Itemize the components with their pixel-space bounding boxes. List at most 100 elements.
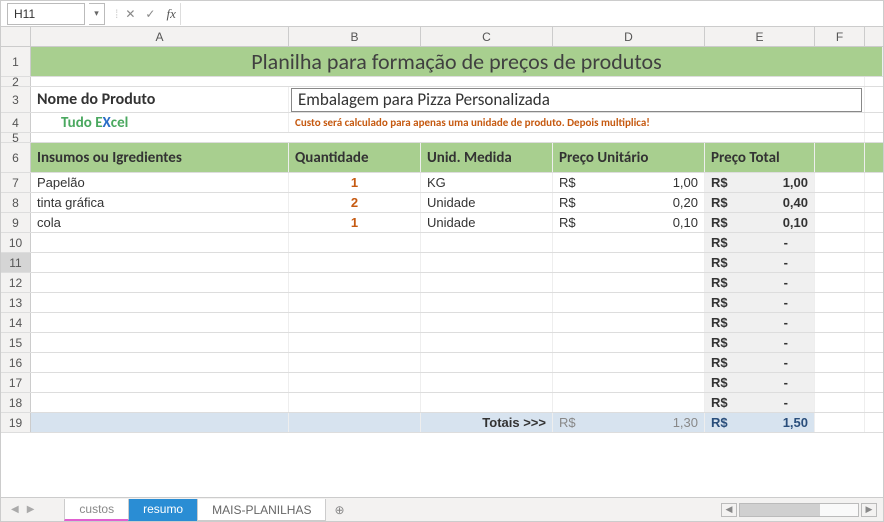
- row-header-8[interactable]: 8: [1, 193, 31, 212]
- name-box-dropdown[interactable]: ▾: [89, 3, 105, 25]
- formula-input[interactable]: [180, 3, 883, 25]
- row-header-18[interactable]: 18: [1, 393, 31, 412]
- cell-qty[interactable]: [289, 333, 421, 352]
- col-header-c[interactable]: C: [421, 27, 553, 46]
- cell-unit[interactable]: [421, 313, 553, 332]
- cell-price[interactable]: R$0,10: [553, 213, 705, 232]
- fx-icon[interactable]: fx: [166, 6, 175, 22]
- cell[interactable]: [31, 133, 865, 142]
- row-header-12[interactable]: 12: [1, 273, 31, 292]
- cell-total[interactable]: R$-: [705, 273, 815, 292]
- sheet-tab-mais[interactable]: MAIS-PLANILHAS: [197, 499, 326, 521]
- cell[interactable]: [31, 413, 289, 432]
- cell[interactable]: [815, 233, 865, 252]
- cell-insumo[interactable]: Papelão: [31, 173, 289, 192]
- cell-total[interactable]: R$-: [705, 253, 815, 272]
- cell[interactable]: [815, 313, 865, 332]
- col-header-e[interactable]: E: [705, 27, 815, 46]
- sheet-nav-prev[interactable]: ◀: [11, 504, 19, 515]
- sheet-tab-resumo[interactable]: resumo: [128, 499, 198, 521]
- cell-price[interactable]: [553, 373, 705, 392]
- cell-qty[interactable]: [289, 233, 421, 252]
- col-header-b[interactable]: B: [289, 27, 421, 46]
- cell[interactable]: [815, 353, 865, 372]
- cell-qty[interactable]: 1: [289, 213, 421, 232]
- cell-unit[interactable]: [421, 393, 553, 412]
- cell-total[interactable]: R$-: [705, 293, 815, 312]
- cell-qty[interactable]: [289, 253, 421, 272]
- header-preco-total[interactable]: Preço Total: [705, 143, 815, 172]
- cell-insumo[interactable]: cola: [31, 213, 289, 232]
- cell[interactable]: [815, 373, 865, 392]
- col-header-d[interactable]: D: [553, 27, 705, 46]
- sheet-title[interactable]: Planilha para formação de preços de prod…: [31, 47, 883, 76]
- cell[interactable]: [815, 273, 865, 292]
- cell-insumo[interactable]: [31, 333, 289, 352]
- cell-price[interactable]: [553, 353, 705, 372]
- cell-qty[interactable]: 1: [289, 173, 421, 192]
- cell-price[interactable]: [553, 273, 705, 292]
- cell-insumo[interactable]: [31, 233, 289, 252]
- row-header-13[interactable]: 13: [1, 293, 31, 312]
- cell-unit[interactable]: [421, 253, 553, 272]
- sheet-tab-custos[interactable]: custos: [64, 499, 129, 521]
- scroll-left-button[interactable]: ◀: [721, 503, 737, 517]
- cell-insumo[interactable]: [31, 353, 289, 372]
- cell[interactable]: [815, 143, 865, 172]
- cell-unit[interactable]: KG: [421, 173, 553, 192]
- totals-final-sum[interactable]: R$1,50: [705, 413, 815, 432]
- cell-insumo[interactable]: tinta gráfica: [31, 193, 289, 212]
- cell-unit[interactable]: Unidade: [421, 213, 553, 232]
- col-header-f[interactable]: F: [815, 27, 865, 46]
- row-header-19[interactable]: 19: [1, 413, 31, 432]
- row-header-2[interactable]: 2: [1, 77, 31, 86]
- cell-total[interactable]: R$-: [705, 353, 815, 372]
- cell-qty[interactable]: 2: [289, 193, 421, 212]
- cell-total[interactable]: R$1,00: [705, 173, 815, 192]
- header-insumos[interactable]: Insumos ou Igredientes: [31, 143, 289, 172]
- cell[interactable]: [815, 173, 865, 192]
- cell-unit[interactable]: [421, 233, 553, 252]
- cell-total[interactable]: R$-: [705, 373, 815, 392]
- cell[interactable]: [815, 333, 865, 352]
- cell-price[interactable]: [553, 233, 705, 252]
- product-name-input[interactable]: Embalagem para Pizza Personalizada: [291, 88, 862, 112]
- cell-qty[interactable]: [289, 313, 421, 332]
- select-all-corner[interactable]: [1, 27, 31, 46]
- row-header-9[interactable]: 9: [1, 213, 31, 232]
- row-header-4[interactable]: 4: [1, 113, 31, 132]
- cell[interactable]: [815, 393, 865, 412]
- row-header-16[interactable]: 16: [1, 353, 31, 372]
- scroll-right-button[interactable]: ▶: [861, 503, 877, 517]
- cell-total[interactable]: R$-: [705, 393, 815, 412]
- cell[interactable]: [815, 413, 865, 432]
- cell-qty[interactable]: [289, 373, 421, 392]
- row-header-10[interactable]: 10: [1, 233, 31, 252]
- cell[interactable]: [815, 213, 865, 232]
- cell[interactable]: [815, 193, 865, 212]
- cell[interactable]: [815, 253, 865, 272]
- header-preco-unit[interactable]: Preço Unitário: [553, 143, 705, 172]
- cell-insumo[interactable]: [31, 313, 289, 332]
- col-header-a[interactable]: A: [31, 27, 289, 46]
- row-header-5[interactable]: 5: [1, 133, 31, 142]
- cell[interactable]: [289, 413, 421, 432]
- product-label[interactable]: Nome do Produto: [31, 87, 289, 112]
- row-header-7[interactable]: 7: [1, 173, 31, 192]
- cell-total[interactable]: R$0,10: [705, 213, 815, 232]
- cell[interactable]: [815, 293, 865, 312]
- cell-unit[interactable]: [421, 353, 553, 372]
- cell-total[interactable]: R$-: [705, 333, 815, 352]
- accept-formula-button[interactable]: ✓: [142, 7, 158, 21]
- row-header-3[interactable]: 3: [1, 87, 31, 112]
- cell-insumo[interactable]: [31, 393, 289, 412]
- cell-price[interactable]: [553, 333, 705, 352]
- scroll-thumb[interactable]: [740, 504, 820, 516]
- cell-price[interactable]: [553, 253, 705, 272]
- cell-price[interactable]: R$0,20: [553, 193, 705, 212]
- cell-unit[interactable]: Unidade: [421, 193, 553, 212]
- cell-total[interactable]: R$0,40: [705, 193, 815, 212]
- cell[interactable]: [31, 77, 865, 86]
- row-header-11[interactable]: 11: [1, 253, 31, 272]
- cell-qty[interactable]: [289, 353, 421, 372]
